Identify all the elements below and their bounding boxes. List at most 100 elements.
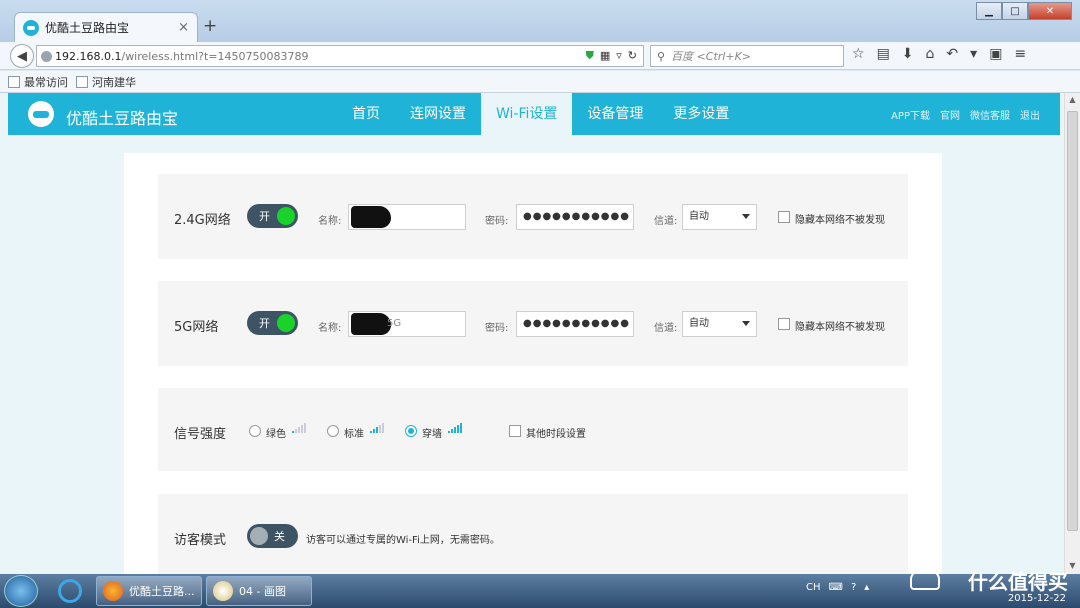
ssid-5g-input[interactable]: 5G — [348, 311, 466, 337]
language-indicator[interactable]: CH — [806, 582, 821, 593]
menu-icon[interactable]: ≡ — [1014, 46, 1026, 62]
internet-explorer-icon[interactable] — [58, 579, 82, 603]
reading-list-icon[interactable]: ▤ — [877, 46, 890, 62]
dropdown-arrow-icon[interactable]: ▿ — [616, 49, 622, 63]
signal-strength-panel: 信号强度 绿色 标准 穿墙 其他时段设置 — [158, 388, 908, 471]
window-controls: ▁ □ ✕ — [976, 2, 1072, 20]
password-5g-input[interactable]: ●●●●●●●●●●● — [516, 311, 634, 337]
search-placeholder: 百度 <Ctrl+K> — [671, 50, 751, 63]
scroll-thumb[interactable] — [1067, 111, 1078, 531]
chevron-down-icon — [742, 214, 750, 219]
channel-value: 自动 — [689, 318, 709, 329]
chevron-down-icon[interactable]: ▾ — [970, 46, 977, 62]
chevron-down-icon — [742, 321, 750, 326]
bookmark-label: 河南建华 — [92, 75, 136, 89]
password-24g-input[interactable]: ●●●●●●●●●●● — [516, 204, 634, 230]
tab-close-icon[interactable]: × — [178, 20, 189, 35]
nav-wifi-settings[interactable]: Wi-Fi设置 — [481, 93, 573, 135]
ssid-24g-input[interactable] — [348, 204, 466, 230]
signal-wall-radio[interactable] — [405, 425, 417, 437]
maximize-button[interactable]: □ — [1002, 2, 1028, 20]
address-bar-icons: ⛊ ▦ ▿ ↻ — [586, 49, 637, 63]
download-icon[interactable]: ⬇ — [902, 46, 914, 62]
password-label: 密码: — [485, 216, 509, 227]
watermark-text: 什么值得买 — [968, 570, 1068, 594]
nav-network-settings[interactable]: 连网设置 — [395, 93, 481, 135]
star-icon[interactable]: ☆ — [852, 46, 865, 62]
task-firefox[interactable]: 优酷土豆路... — [96, 576, 202, 606]
signal-bars-icon — [448, 423, 462, 433]
globe-icon — [41, 51, 52, 62]
router-logo-icon — [23, 19, 39, 36]
link-official-site[interactable]: 官网 — [940, 107, 960, 122]
browser-titlebar: 优酷土豆路由宝 × + ▁ □ ✕ — [0, 0, 1080, 42]
link-wechat-support[interactable]: 微信客服 — [970, 107, 1010, 122]
address-bar[interactable]: 192.168.0.1 /wireless.html?t=14507500837… — [36, 45, 644, 67]
folder-icon — [8, 75, 20, 88]
scroll-up-icon[interactable]: ▲ — [1067, 95, 1078, 106]
toggle-knob — [250, 527, 268, 545]
guest-mode-description: 访客可以通过专属的Wi-Fi上网，无需密码。 — [306, 535, 500, 546]
help-icon[interactable]: ? — [851, 582, 856, 593]
main-nav: 首页 连网设置 Wi-Fi设置 设备管理 更多设置 — [337, 93, 744, 135]
keyboard-icon[interactable]: ⌨ — [829, 582, 843, 593]
url-path: /wireless.html?t=1450750083789 — [121, 49, 309, 63]
schedule-label: 其他时段设置 — [526, 429, 586, 440]
minimize-button[interactable]: ▁ — [976, 2, 1002, 20]
start-button[interactable] — [4, 575, 38, 607]
band-24g-toggle[interactable]: 开 — [247, 204, 298, 228]
search-icon: ⚲ — [657, 49, 666, 63]
hide-24g-checkbox[interactable] — [778, 211, 790, 223]
channel-value: 自动 — [689, 211, 709, 222]
signal-green-label: 绿色 — [266, 429, 286, 440]
tray-expand-icon[interactable]: ▴ — [864, 582, 869, 593]
task-paint[interactable]: 04 - 画图 — [206, 576, 312, 606]
reload-icon[interactable]: ↻ — [628, 49, 637, 63]
redacted-ssid — [351, 206, 391, 228]
undo-icon[interactable]: ↶ — [946, 46, 958, 62]
link-logout[interactable]: 退出 — [1020, 107, 1040, 122]
brand-logo-icon — [28, 101, 54, 127]
guest-mode-toggle[interactable]: 关 — [247, 524, 298, 548]
channel-24g-select[interactable]: 自动 — [682, 204, 757, 230]
new-tab-button[interactable]: + — [203, 16, 217, 36]
page-icon — [76, 75, 88, 88]
hide-5g-label: 隐藏本网络不被发现 — [795, 322, 885, 333]
back-button[interactable]: ◀ — [10, 44, 34, 68]
tab-title: 优酷土豆路由宝 — [45, 21, 130, 35]
channel-5g-select[interactable]: 自动 — [682, 311, 757, 337]
ssid-label: 名称: — [318, 323, 342, 334]
close-window-button[interactable]: ✕ — [1028, 2, 1072, 20]
nav-device-management[interactable]: 设备管理 — [572, 93, 658, 135]
qr-code-icon[interactable]: ▦ — [600, 49, 610, 63]
signal-standard-radio[interactable] — [327, 425, 339, 437]
nav-home[interactable]: 首页 — [337, 93, 395, 135]
home-icon[interactable]: ⌂ — [926, 46, 935, 62]
bookmark-most-visited[interactable]: 最常访问 — [8, 74, 68, 90]
signal-green-radio[interactable] — [249, 425, 261, 437]
redacted-ssid — [351, 313, 391, 335]
hide-5g-checkbox[interactable] — [778, 318, 790, 330]
bookmarks-bar: 最常访问 河南建华 — [0, 71, 1080, 93]
browser-tab[interactable]: 优酷土豆路由宝 × — [14, 12, 198, 42]
nav-more-settings[interactable]: 更多设置 — [658, 93, 744, 135]
password-label: 密码: — [485, 323, 509, 334]
scroll-down-icon[interactable]: ▼ — [1067, 561, 1078, 572]
task-label: 优酷土豆路... — [129, 585, 195, 598]
search-box[interactable]: ⚲ 百度 <Ctrl+K> — [650, 45, 844, 67]
schedule-checkbox[interactable] — [509, 425, 521, 437]
band-24g-panel: 2.4G网络 开 名称: 密码: ●●●●●●●●●●● 信道: 自动 隐藏本网… — [158, 174, 908, 259]
bookmark-henan-jianhua[interactable]: 河南建华 — [76, 74, 136, 90]
screenshot-icon[interactable]: ▣ — [989, 46, 1002, 62]
band-5g-panel: 5G网络 开 名称: 5G 密码: ●●●●●●●●●●● 信道: 自动 隐藏本… — [158, 281, 908, 366]
signal-wall-label: 穿墙 — [422, 429, 442, 440]
url-host: 192.168.0.1 — [55, 49, 122, 63]
link-app-download[interactable]: APP下载 — [891, 107, 930, 122]
bookmark-label: 最常访问 — [24, 75, 68, 89]
toolbar-icons: ☆ ▤ ⬇ ⌂ ↶ ▾ ▣ ≡ — [852, 46, 1026, 62]
channel-label: 信道: — [654, 216, 678, 227]
signal-bars-icon — [370, 423, 384, 433]
page-scrollbar[interactable]: ▲ ▼ — [1064, 93, 1080, 574]
band-5g-toggle[interactable]: 开 — [247, 311, 298, 335]
shield-icon[interactable]: ⛊ — [586, 49, 594, 63]
